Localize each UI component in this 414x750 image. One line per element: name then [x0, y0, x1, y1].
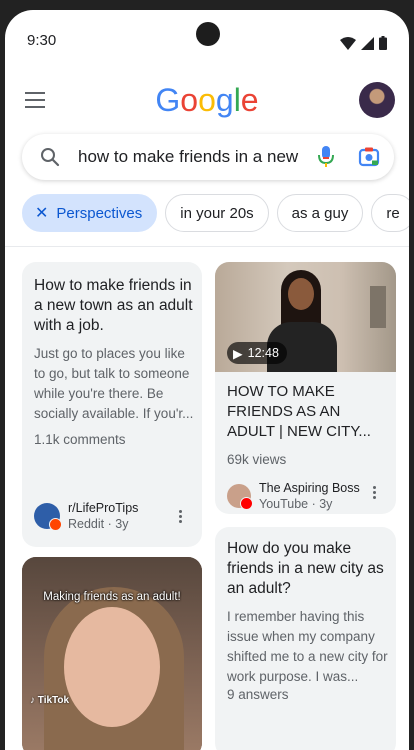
source-name: r/LifeProTips: [68, 501, 139, 515]
signal-icon: [361, 36, 374, 50]
channel-avatar: [227, 484, 253, 510]
overlay-caption: Making friends as an adult!: [43, 591, 181, 603]
result-card-youtube[interactable]: ▶ 12:48 HOW TO MAKE FRIENDS AS AN ADULT …: [215, 262, 396, 514]
search-box[interactable]: how to make friends in a new: [22, 134, 394, 180]
more-options-icon[interactable]: [373, 486, 377, 501]
video-duration: 12:48: [247, 346, 279, 360]
wifi-icon: [340, 36, 356, 50]
card-comments: 1.1k comments: [34, 432, 126, 447]
chip-as-a-guy[interactable]: as a guy: [276, 194, 364, 232]
account-avatar[interactable]: [359, 82, 395, 118]
chip-partial[interactable]: re: [371, 194, 409, 232]
result-card-tiktok[interactable]: Making friends as an adult! ♪ TikTok: [22, 557, 202, 750]
card-title[interactable]: How to make friends in a new town as an …: [34, 276, 194, 336]
card-source[interactable]: The Aspiring Boss YouTube · 3y: [227, 480, 360, 512]
card-views: 69k views: [227, 452, 287, 467]
battery-icon: [379, 36, 387, 50]
result-card-reddit[interactable]: How to make friends in a new town as an …: [22, 262, 202, 547]
video-duration-badge: ▶ 12:48: [227, 342, 287, 364]
person-face: [64, 607, 160, 727]
front-camera: [196, 22, 220, 46]
card-title[interactable]: How do you make friends in a new city as…: [227, 539, 389, 599]
google-lens-icon[interactable]: [358, 146, 380, 168]
chip-label: as a guy: [291, 204, 349, 222]
logo-letter: o: [198, 82, 216, 118]
chip-label: Perspectives: [56, 204, 143, 222]
subreddit-icon: [34, 503, 62, 531]
phone-frame: 9:30 Google how to make friends in a new…: [0, 0, 414, 750]
chip-perspectives[interactable]: ✕ Perspectives: [22, 194, 158, 232]
video-thumbnail[interactable]: ▶ 12:48: [215, 262, 396, 372]
more-options-icon[interactable]: [179, 510, 183, 525]
video-thumbnail[interactable]: [22, 557, 202, 750]
reddit-badge-icon: [49, 518, 62, 531]
status-time: 9:30: [27, 32, 57, 49]
card-answers: 9 answers: [227, 687, 289, 702]
source-sub: YouTube · 3y: [259, 497, 333, 511]
tiktok-icon: ♪: [30, 695, 35, 706]
screen: 9:30 Google how to make friends in a new…: [5, 10, 409, 750]
result-card-quora[interactable]: How do you make friends in a new city as…: [215, 527, 396, 750]
tiktok-logo: ♪ TikTok: [30, 695, 69, 706]
app-header: Google: [5, 78, 409, 122]
chip-in-your-20s[interactable]: in your 20s: [165, 194, 269, 232]
search-icon: [41, 148, 60, 167]
card-source[interactable]: r/LifeProTips Reddit · 3y: [34, 500, 138, 532]
source-sub: Reddit · 3y: [68, 517, 129, 531]
logo-letter: g: [215, 82, 234, 118]
system-icons: [340, 36, 387, 50]
logo-letter: G: [155, 82, 181, 118]
logo-letter: o: [180, 82, 199, 118]
divider: [5, 246, 409, 247]
wall-art: [370, 286, 386, 328]
play-icon: ▶: [233, 346, 243, 361]
logo-letter: e: [240, 82, 259, 118]
logo-letter: l: [233, 82, 241, 118]
chip-label: in your 20s: [180, 204, 254, 222]
card-title[interactable]: HOW TO MAKE FRIENDS AS AN ADULT | NEW CI…: [227, 382, 387, 442]
youtube-badge-icon: [240, 497, 253, 510]
status-bar: 9:30: [5, 10, 409, 60]
close-icon[interactable]: ✕: [35, 203, 48, 223]
card-snippet: I remember having this issue when my com…: [227, 609, 388, 684]
tiktok-brand: TikTok: [37, 695, 70, 706]
search-input[interactable]: how to make friends in a new: [78, 147, 304, 167]
google-logo[interactable]: Google: [5, 78, 409, 122]
filter-chips: ✕ Perspectives in your 20s as a guy re: [22, 194, 409, 234]
chip-label: re: [386, 204, 400, 222]
microphone-icon[interactable]: [318, 145, 334, 169]
source-name: The Aspiring Boss: [259, 481, 360, 495]
card-snippet: Just go to places you like to go, but ta…: [34, 346, 194, 421]
